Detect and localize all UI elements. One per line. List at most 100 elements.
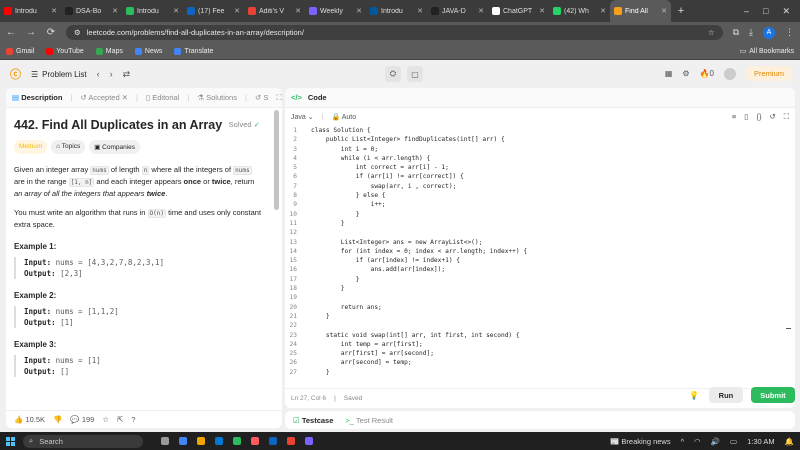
code-line[interactable]: 10 } [285,210,795,219]
tab-close-icon[interactable]: ✕ [356,7,362,15]
code-editor[interactable]: 1 class Solution {2 public List<Integer> … [285,126,795,388]
app-icon-2[interactable] [233,437,241,445]
dislike-button[interactable]: 👎 [53,415,62,424]
bookmark-item[interactable]: YouTube [46,47,84,55]
code-line[interactable]: 19 [285,293,795,302]
auto-mode[interactable]: 🔒 Auto [331,113,356,121]
code-line[interactable]: 25 arr[first] = arr[second]; [285,349,795,358]
difficulty-badge[interactable]: Medium [14,140,48,154]
minimize-icon[interactable]: – [744,6,749,16]
favorite-star-icon[interactable]: ☆ [102,415,109,424]
code-line[interactable]: 9 i++; [285,200,795,209]
bookmark-item[interactable]: Maps [95,47,123,55]
bookmark-star-icon[interactable]: ☆ [708,28,715,37]
share-icon[interactable]: ⇱ [117,415,123,424]
battery-icon[interactable]: ▭ [730,437,737,446]
code-line[interactable]: 17 } [285,275,795,284]
tab-close-icon[interactable]: ✕ [661,7,667,15]
code-line[interactable]: 20 return ans; [285,303,795,312]
menu-icon[interactable]: ⋮ [785,27,794,38]
code-line[interactable]: 23 static void swap(int[] arr, int first… [285,331,795,340]
taskview-icon[interactable] [161,437,169,445]
code-line[interactable]: 5 int correct = arr[i] - 1; [285,163,795,172]
code-line[interactable]: 18 } [285,284,795,293]
reload-icon[interactable]: ⟳ [46,27,56,38]
tab-close-icon[interactable]: ✕ [478,7,484,15]
code-line[interactable]: 1 class Solution { [285,126,795,135]
tab-close-icon[interactable]: ✕ [295,7,301,15]
notifications-icon[interactable]: 🔔 [785,437,794,446]
code-line[interactable]: 12 [285,228,795,237]
user-avatar[interactable] [723,67,736,80]
news-widget[interactable]: 📰 Breaking news [610,437,671,446]
folder-app-icon[interactable] [197,437,205,445]
settings-icon[interactable]: ⚙ [682,69,689,78]
browser-tab[interactable]: ChatGPT ✕ [488,0,549,22]
edge-icon[interactable] [215,437,223,445]
fullscreen-icon[interactable]: ⛶ [784,112,789,122]
download-icon[interactable]: ⤓ [749,27,753,38]
leetcode-logo[interactable]: ⓒ [10,66,21,82]
browser-tab[interactable]: (17) Fee ✕ [183,0,244,22]
code-line[interactable]: 8 } else { [285,191,795,200]
tab-close-icon[interactable]: ✕ [600,7,606,15]
browser-tab[interactable]: Weekly ✕ [305,0,366,22]
code-line[interactable]: 13 List<Integer> ans = new ArrayList<>()… [285,238,795,247]
bookmark-item[interactable]: News [134,47,162,55]
code-line[interactable]: 14 for (int index = 0; index < arr.lengt… [285,247,795,256]
browser-tab[interactable]: Aditi's V ✕ [244,0,305,22]
all-bookmarks[interactable]: ▭ All Bookmarks [740,47,794,56]
shuffle-icon[interactable]: ⇄ [123,69,131,80]
tab-close-icon[interactable]: ✕ [112,7,118,15]
back-icon[interactable]: ← [6,27,16,38]
browser-tab[interactable]: Introdu ✕ [366,0,427,22]
browser-tab[interactable]: (42) Wh ✕ [549,0,610,22]
tray-chevron-icon[interactable]: ^ [681,437,685,446]
chrome-icon[interactable] [287,437,295,445]
topics-tag[interactable]: ⌂ Topics [51,140,86,154]
premium-button[interactable]: Premium [745,66,792,81]
profile-avatar[interactable]: A [763,26,775,39]
tab-description[interactable]: ▤ Description [12,93,62,102]
clock[interactable]: 1:30 AM [747,437,775,446]
close-window-icon[interactable]: ✕ [782,6,790,17]
language-select[interactable]: Java ⌄ [291,113,314,121]
editor-scrollbar[interactable] [786,328,791,329]
layout-icon[interactable]: ▦ [665,69,673,78]
submit-button[interactable]: Submit [750,387,795,403]
braces-icon[interactable]: {} [756,112,761,122]
vscode-icon[interactable] [305,437,313,445]
browser-tab[interactable]: Introdu ✕ [122,0,183,22]
tab-testcase[interactable]: ☑ Testcase [293,416,333,425]
code-line[interactable]: 4 while (i < arr.length) { [285,154,795,163]
code-line[interactable]: 21 } [285,312,795,321]
like-button[interactable]: 👍 10.5K [14,415,45,424]
code-line[interactable]: 7 swap(arr, i , correct); [285,182,795,191]
tab-close-icon[interactable]: ✕ [51,7,57,15]
taskbar-search[interactable]: ⌕ Search [23,434,143,448]
code-line[interactable]: 26 arr[second] = temp; [285,358,795,367]
code-line[interactable]: 22 [285,321,795,330]
windows-start-icon[interactable] [6,436,15,446]
hint-icon[interactable]: 💡 [689,391,699,400]
code-line[interactable]: 6 if (arr[i] != arr[correct]) { [285,172,795,181]
wifi-icon[interactable]: ◠ [694,437,701,446]
tab-solutions[interactable]: ⚗ Solutions [197,93,237,102]
tab-close-icon[interactable]: ✕ [539,7,545,15]
close-tab-icon[interactable]: ✕ [122,93,128,102]
code-tab-label[interactable]: Code [308,93,327,102]
forward-icon[interactable]: → [26,27,36,38]
comments-button[interactable]: 💬 199 [70,415,94,424]
bookmark-item[interactable]: Gmail [6,47,34,55]
code-line[interactable]: 16 ans.add(arr[index]); [285,265,795,274]
expand-icon[interactable]: ⛶ [276,93,281,103]
browser-tab[interactable]: JAVA-D ✕ [427,0,488,22]
debug-icon[interactable]: ⛭ [385,66,401,82]
companies-tag[interactable]: ▣ Companies [89,140,141,154]
new-tab-button[interactable]: + [671,0,691,22]
code-line[interactable]: 15 if (arr[index] != index+1) { [285,256,795,265]
code-line[interactable]: 3 int i = 0; [285,145,795,154]
bookmark-icon[interactable]: ▯ [744,112,748,122]
app-icon-3[interactable] [251,437,259,445]
url-bar[interactable]: ⚙ leetcode.com/problems/find-all-duplica… [66,25,723,40]
